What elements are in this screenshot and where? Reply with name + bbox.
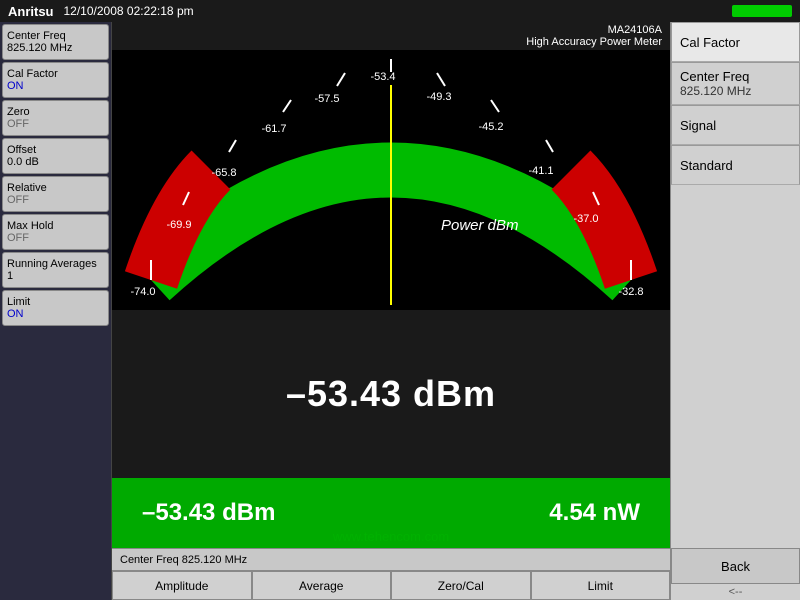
content-area: Center Freq 825.120 MHz Cal Factor ON Ze… [0,22,800,600]
limit-btn[interactable]: Limit ON [2,290,109,326]
bottom-btn-bar: Amplitude Average Zero/Cal Limit [112,570,670,600]
relative-btn[interactable]: Relative OFF [2,176,109,212]
status-bar: Center Freq 825.120 MHz [112,548,670,570]
svg-text:Power dBm: Power dBm [441,217,519,234]
power-value-large: –53.43 dBm [286,373,496,415]
svg-text:-61.7: -61.7 [261,123,286,135]
center-area: MA24106A High Accuracy Power Meter [112,22,670,600]
left-sidebar: Center Freq 825.120 MHz Cal Factor ON Ze… [0,22,112,600]
bottom-nw-value: 4.54 nW [549,499,640,527]
center-freq-btn[interactable]: Center Freq 825.120 MHz [2,24,109,60]
standard-right-label: Standard [680,158,791,173]
bottom-dbm-value: –53.43 dBm [142,499,275,527]
zero-cal-btn[interactable]: Zero/Cal [391,571,531,600]
center-freq-right-label: Center Freq [680,69,791,84]
device-description: High Accuracy Power Meter [120,36,662,48]
gauge-svg: -74.0 -69.9 -65.8 -61.7 -57.5 -53.4 -49.… [112,50,670,310]
watermark: www.tehencom.com [333,529,449,544]
average-btn[interactable]: Average [252,571,392,600]
datetime: 12/10/2008 02:22:18 pm [64,4,733,18]
right-arrow: <-- [671,584,800,600]
device-model: MA24106A [120,24,662,36]
limit-bottom-btn[interactable]: Limit [531,571,671,600]
svg-text:-65.8: -65.8 [211,167,236,179]
cal-factor-right-btn[interactable]: Cal Factor [671,22,800,62]
device-header: MA24106A High Accuracy Power Meter [112,22,670,50]
cal-factor-btn[interactable]: Cal Factor ON [2,62,109,98]
svg-text:-32.8: -32.8 [618,286,643,298]
logo: Anritsu [8,4,54,19]
zero-btn[interactable]: Zero OFF [2,100,109,136]
main-container: Anritsu 12/10/2008 02:22:18 pm Center Fr… [0,0,800,600]
signal-right-btn[interactable]: Signal [671,105,800,145]
right-btn-spacer [671,185,800,548]
amplitude-btn[interactable]: Amplitude [112,571,252,600]
svg-text:-74.0: -74.0 [130,286,155,298]
running-averages-btn[interactable]: Running Averages 1 [2,252,109,288]
svg-text:-53.4: -53.4 [370,71,395,83]
standard-right-btn[interactable]: Standard [671,145,800,185]
signal-right-label: Signal [680,118,791,133]
back-btn[interactable]: Back [671,548,800,584]
gauge-area: -74.0 -69.9 -65.8 -61.7 -57.5 -53.4 -49.… [112,50,670,310]
svg-text:-41.1: -41.1 [528,165,553,177]
bottom-green-bar: –53.43 dBm 4.54 nW www.tehencom.com [112,478,670,548]
center-freq-right-btn[interactable]: Center Freq 825.120 MHz [671,62,800,105]
svg-text:-69.9: -69.9 [166,219,191,231]
offset-btn[interactable]: Offset 0.0 dB [2,138,109,174]
status-text: Center Freq 825.120 MHz [120,554,247,566]
meter-display: -74.0 -69.9 -65.8 -61.7 -57.5 -53.4 -49.… [112,50,670,548]
top-bar: Anritsu 12/10/2008 02:22:18 pm [0,0,800,22]
svg-text:-57.5: -57.5 [314,93,339,105]
right-sidebar: Cal Factor Center Freq 825.120 MHz Signa… [670,22,800,600]
status-indicator [732,5,792,17]
max-hold-btn[interactable]: Max Hold OFF [2,214,109,250]
center-freq-right-value: 825.120 MHz [680,84,791,98]
power-reading-area: –53.43 dBm [112,310,670,478]
svg-text:-45.2: -45.2 [478,121,503,133]
cal-factor-label: Cal Factor [680,35,791,50]
svg-text:-37.0: -37.0 [573,213,598,225]
svg-text:-49.3: -49.3 [426,91,451,103]
back-label: Back [721,559,750,574]
